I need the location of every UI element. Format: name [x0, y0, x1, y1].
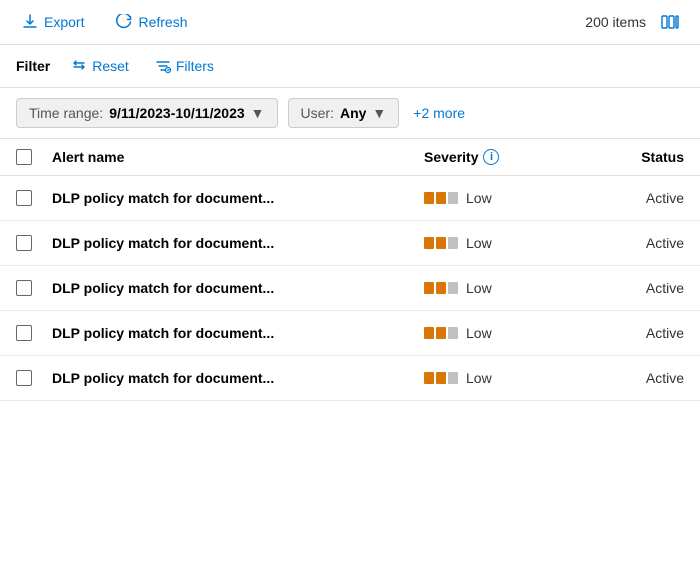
row-checkbox[interactable]: [16, 325, 32, 341]
toolbar-left: Export Refresh: [16, 10, 194, 34]
severity-bar-1: [424, 372, 434, 384]
row-checkbox-col: [16, 370, 52, 386]
export-button[interactable]: Export: [16, 10, 90, 34]
severity-value: Low: [466, 280, 492, 296]
severity-value: Low: [466, 325, 492, 341]
filter-bar: Filter Reset Filters: [0, 45, 700, 88]
time-range-chevron-icon: ▼: [251, 105, 265, 121]
refresh-icon: [116, 14, 132, 30]
status-cell: Active: [584, 235, 684, 251]
row-checkbox[interactable]: [16, 190, 32, 206]
row-checkbox-col: [16, 280, 52, 296]
table-row[interactable]: DLP policy match for document... Low Act…: [0, 311, 700, 356]
severity-bars: [424, 282, 458, 294]
more-filters-button[interactable]: +2 more: [409, 99, 469, 127]
select-all-checkbox[interactable]: [16, 149, 32, 165]
severity-value: Low: [466, 190, 492, 206]
severity-cell: Low: [424, 370, 584, 386]
severity-bar-1: [424, 282, 434, 294]
time-range-pill-label: Time range:: [29, 105, 103, 121]
filter-label: Filter: [16, 58, 50, 74]
severity-bar-1: [424, 237, 434, 249]
user-filter[interactable]: User: Any ▼: [288, 98, 400, 128]
severity-bar-3: [448, 237, 458, 249]
severity-bar-2: [436, 327, 446, 339]
table-row[interactable]: DLP policy match for document... Low Act…: [0, 356, 700, 401]
severity-value: Low: [466, 370, 492, 386]
severity-bars: [424, 327, 458, 339]
alert-name: DLP policy match for document...: [52, 370, 424, 386]
severity-bars: [424, 372, 458, 384]
row-checkbox-col: [16, 190, 52, 206]
severity-value: Low: [466, 235, 492, 251]
export-icon: [22, 14, 38, 30]
col-header-name: Alert name: [52, 149, 424, 165]
user-pill-value: Any: [340, 105, 366, 121]
col-header-status: Status: [584, 149, 684, 165]
filters-button[interactable]: Filters: [150, 55, 219, 77]
severity-bar-3: [448, 282, 458, 294]
item-count: 200 items: [585, 14, 646, 30]
reset-button[interactable]: Reset: [66, 55, 134, 77]
row-checkbox[interactable]: [16, 235, 32, 251]
table-row[interactable]: DLP policy match for document... Low Act…: [0, 266, 700, 311]
severity-label: Severity: [424, 149, 478, 165]
severity-cell: Low: [424, 235, 584, 251]
toolbar-right: 200 items: [585, 8, 684, 36]
reset-icon: [71, 58, 87, 74]
severity-info-icon[interactable]: i: [483, 149, 499, 165]
status-cell: Active: [584, 280, 684, 296]
header-checkbox-col: [16, 149, 52, 165]
status-cell: Active: [584, 370, 684, 386]
more-filters-label: +2 more: [413, 105, 465, 121]
alert-name: DLP policy match for document...: [52, 280, 424, 296]
reset-label: Reset: [92, 58, 129, 74]
time-range-filter[interactable]: Time range: 9/11/2023-10/11/2023 ▼: [16, 98, 278, 128]
user-pill-label: User:: [301, 105, 334, 121]
severity-bars: [424, 192, 458, 204]
severity-cell: Low: [424, 280, 584, 296]
status-cell: Active: [584, 190, 684, 206]
table-row[interactable]: DLP policy match for document... Low Act…: [0, 221, 700, 266]
user-chevron-icon: ▼: [372, 105, 386, 121]
severity-bar-3: [448, 192, 458, 204]
time-range-pill-value: 9/11/2023-10/11/2023: [109, 105, 244, 121]
severity-cell: Low: [424, 190, 584, 206]
filter-pills-row: Time range: 9/11/2023-10/11/2023 ▼ User:…: [0, 88, 700, 139]
row-checkbox[interactable]: [16, 370, 32, 386]
severity-cell: Low: [424, 325, 584, 341]
severity-bar-3: [448, 327, 458, 339]
status-cell: Active: [584, 325, 684, 341]
severity-bar-2: [436, 372, 446, 384]
export-label: Export: [44, 14, 84, 30]
alert-name: DLP policy match for document...: [52, 325, 424, 341]
table-row[interactable]: DLP policy match for document... Low Act…: [0, 176, 700, 221]
filters-icon: [155, 58, 171, 74]
col-header-severity: Severity i: [424, 149, 584, 165]
severity-bar-2: [436, 282, 446, 294]
column-settings-button[interactable]: [656, 8, 684, 36]
alert-table: DLP policy match for document... Low Act…: [0, 176, 700, 401]
alert-name: DLP policy match for document...: [52, 190, 424, 206]
column-settings-icon: [660, 12, 680, 32]
severity-bar-3: [448, 372, 458, 384]
severity-bar-1: [424, 192, 434, 204]
severity-bars: [424, 237, 458, 249]
row-checkbox-col: [16, 235, 52, 251]
refresh-label: Refresh: [138, 14, 187, 30]
toolbar: Export Refresh 200 items: [0, 0, 700, 45]
severity-bar-2: [436, 237, 446, 249]
row-checkbox-col: [16, 325, 52, 341]
alert-name: DLP policy match for document...: [52, 235, 424, 251]
refresh-button[interactable]: Refresh: [110, 10, 193, 34]
row-checkbox[interactable]: [16, 280, 32, 296]
severity-bar-1: [424, 327, 434, 339]
severity-bar-2: [436, 192, 446, 204]
filters-label: Filters: [176, 58, 214, 74]
table-header: Alert name Severity i Status: [0, 139, 700, 176]
